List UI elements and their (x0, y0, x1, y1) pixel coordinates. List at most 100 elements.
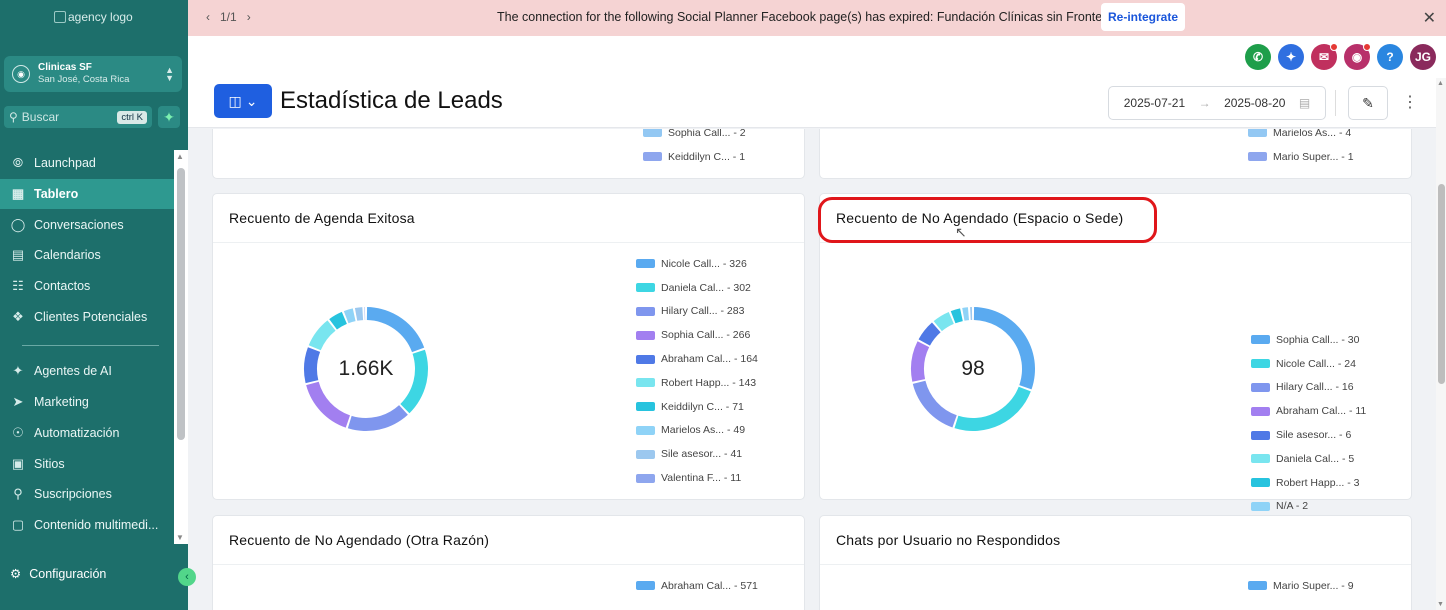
scroll-up-icon[interactable]: ▲ (1437, 80, 1444, 87)
more-options-icon[interactable]: ⋮ (1402, 92, 1418, 112)
sidebar-item-label: Agentes de AI (34, 364, 112, 379)
chevron-left-icon[interactable]: ‹ (206, 10, 210, 24)
sidebar-item-suscripciones[interactable]: ⚲ Suscripciones (0, 479, 175, 510)
scroll-down-icon[interactable]: ▼ (1437, 601, 1444, 608)
legend-item[interactable]: Marielos As... - 4 (1248, 129, 1354, 145)
legend-label: Mario Super... - 1 (1273, 150, 1354, 163)
sidebar-scroll-thumb[interactable] (177, 168, 185, 440)
legend-item[interactable]: Sophia Call... - 266 (636, 323, 758, 347)
legend-item[interactable]: Hilary Call... - 16 (1251, 376, 1366, 400)
legend-item[interactable]: Abraham Cal... - 164 (636, 347, 758, 371)
sidebar-item-marketing[interactable]: ➤ Marketing (0, 387, 175, 418)
search-input[interactable]: ⚲ Buscar ctrl K (4, 106, 152, 128)
gear-icon: ⚙ (10, 567, 22, 581)
legend-swatch (643, 152, 662, 162)
chevron-right-icon[interactable]: › (247, 10, 251, 24)
legend-item[interactable]: Robert Happ... - 3 (1251, 471, 1366, 495)
edit-dashboard-button[interactable]: ✎ (1348, 86, 1388, 120)
pencil-icon: ✎ (1362, 94, 1374, 111)
sidebar-item-label: Marketing (34, 395, 89, 410)
sidebar-item-clientes-potenciales[interactable]: ❖ Clientes Potenciales (0, 301, 175, 332)
legend-swatch (1251, 430, 1270, 440)
card-title: Chats por Usuario no Respondidos (836, 532, 1061, 548)
legend-item[interactable]: Marielos As... - 49 (636, 419, 758, 443)
sidebar-item-tablero[interactable]: ▦ Tablero (0, 178, 175, 210)
legend-item[interactable]: Mario Super... - 1 (1248, 145, 1354, 169)
date-range-picker[interactable]: 2025-07-21 → 2025-08-20 ▤ (1108, 86, 1326, 120)
legend-item[interactable]: Keiddilyn C... - 1 (643, 145, 746, 169)
legend-swatch (1248, 129, 1267, 138)
legend-swatch (636, 378, 655, 388)
legend-swatch (1251, 406, 1270, 416)
red-highlight-annotation (818, 197, 1157, 243)
donut-center-total: 98 (961, 357, 985, 380)
sidebar-scrollbar[interactable]: ▲ ▼ (174, 150, 188, 544)
calendar-icon: ▤ (11, 247, 25, 263)
legend-item[interactable]: Nicole Call... - 24 (1251, 352, 1366, 376)
legend-item[interactable]: Daniela Cal... - 5 (1251, 447, 1366, 471)
legend-item[interactable]: Sophia Call... - 30 (1251, 328, 1366, 352)
rocket-icon: ⦾ (12, 155, 24, 171)
widget-card-top-left: Sophia Call... - 2 Keiddilyn C... - 1 (212, 129, 805, 179)
legend-swatch (1251, 382, 1270, 392)
legend-label: Hilary Call... - 16 (1276, 381, 1354, 394)
legend-swatch (1248, 581, 1267, 591)
reintegrate-button[interactable]: Re-integrate (1101, 3, 1185, 31)
ai-assistant-icon[interactable]: ✦ (1278, 44, 1304, 70)
sidebar-item-calendarios[interactable]: ▤ Calendarios (0, 240, 175, 271)
sidebar-item-contenido-multimedia[interactable]: ▢ Contenido multimedi... (0, 510, 175, 541)
avatar[interactable]: JG (1410, 44, 1436, 70)
membership-icon: ⚲ (13, 486, 23, 502)
legend-label: Hilary Call... - 283 (661, 305, 745, 318)
sidebar-item-contactos[interactable]: ☷ Contactos (0, 271, 175, 302)
legend-item[interactable]: Keiddilyn C... - 71 (636, 395, 758, 419)
legend-label: Daniela Cal... - 302 (661, 281, 751, 294)
quick-action-button[interactable]: ✦ (158, 106, 180, 128)
legend-item[interactable]: Nicole Call... - 326 (636, 252, 758, 276)
legend-label: Sile asesor... - 6 (1276, 429, 1352, 442)
view-switcher-button[interactable]: ◫ ⌄ (214, 84, 272, 118)
legend-item[interactable]: Abraham Cal... - 571 (636, 574, 758, 598)
dashboard-content: Sophia Call... - 2 Keiddilyn C... - 1 Mar… (188, 129, 1438, 610)
bell-icon[interactable]: ◉ (1344, 43, 1371, 70)
legend-item[interactable]: Abraham Cal... - 11 (1251, 399, 1366, 423)
sidebar-item-configuracion[interactable]: ⚙ Configuración (10, 566, 106, 582)
help-icon[interactable]: ? (1377, 44, 1403, 70)
legend-label: Sophia Call... - 30 (1276, 333, 1360, 346)
sidebar-item-launchpad[interactable]: ⦾ Launchpad (0, 148, 175, 179)
widget-card-chats-no-respondidos: Chats por Usuario no Respondidos Mario S… (819, 515, 1412, 610)
legend-item[interactable]: Sophia Call... - 2 (643, 129, 746, 145)
megaphone-icon[interactable]: ✉ (1311, 43, 1338, 70)
account-switcher[interactable]: ◉ Clinicas SF San José, Costa Rica ▲ ▼ (4, 56, 182, 92)
legend-label: Nicole Call... - 24 (1276, 357, 1356, 370)
search-placeholder: Buscar (21, 110, 60, 124)
donut-chart-no-agendado-espacio: 98 (908, 304, 1038, 434)
sidebar-item-agentes-ai[interactable]: ✦ Agentes de AI (0, 356, 175, 387)
legend-item[interactable]: Daniela Cal... - 302 (636, 276, 758, 300)
scroll-up-icon[interactable]: ▲ (176, 152, 184, 161)
phone-icon[interactable]: ✆ (1245, 44, 1271, 70)
legend-item[interactable]: Sile asesor... - 41 (636, 442, 758, 466)
page-scroll-thumb[interactable] (1438, 184, 1445, 384)
legend-item[interactable]: Mario Super... - 9 (1248, 574, 1354, 598)
legend-item[interactable]: Robert Happ... - 143 (636, 371, 758, 395)
card-title: Recuento de No Agendado (Otra Razón) (229, 532, 490, 548)
legend-swatch (636, 449, 655, 459)
agency-logo[interactable]: agency logo (54, 10, 133, 24)
sidebar-item-label: Clientes Potenciales (34, 309, 148, 324)
legend-label: Mario Super... - 9 (1273, 579, 1354, 592)
legend-swatch (636, 330, 655, 340)
sidebar-item-conversaciones[interactable]: ◯ Conversaciones (0, 209, 175, 240)
banner-pager: ‹ 1/1 › (206, 10, 251, 24)
card-divider (820, 564, 1411, 565)
sidebar-item-sitios[interactable]: ▣ Sitios (0, 448, 175, 479)
close-icon[interactable]: ✕ (1423, 8, 1436, 28)
sidebar-item-automatizacion[interactable]: ☉ Automatización (0, 418, 175, 449)
legend-swatch (1251, 454, 1270, 464)
page-scrollbar[interactable]: ▲ ▼ (1436, 78, 1446, 610)
chart-legend: Sophia Call... - 2 Keiddilyn C... - 1 (643, 129, 746, 169)
scroll-down-icon[interactable]: ▼ (176, 533, 184, 542)
legend-item[interactable]: Hilary Call... - 283 (636, 300, 758, 324)
legend-item[interactable]: Sile asesor... - 6 (1251, 423, 1366, 447)
legend-item[interactable]: Valentina F... - 11 (636, 466, 758, 490)
